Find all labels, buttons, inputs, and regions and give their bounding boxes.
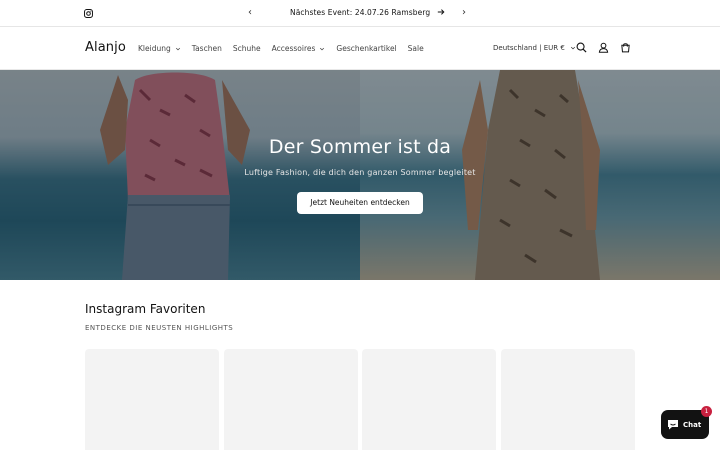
instagram-section-subtitle: ENTDECKE DIE NEUSTEN HIGHLIGHTS [85,324,234,332]
hero-subtitle: Luftige Fashion, die dich den ganzen Som… [244,168,476,177]
nav-item-label: Taschen [191,44,222,53]
nav-item-schuhe[interactable]: Schuhe [233,44,261,53]
instagram-tile[interactable] [85,349,219,450]
search-icon[interactable] [576,42,587,53]
announcement-prev-button[interactable]: ‹ [248,7,252,18]
account-icon[interactable] [598,42,609,53]
nav-item-label: Kleidung [138,44,171,53]
chat-label: Chat [683,420,702,429]
instagram-tile[interactable] [362,349,496,450]
country-selector[interactable]: Deutschland | EUR € [493,44,576,52]
cart-icon[interactable] [620,42,631,53]
nav-item-kleidung[interactable]: Kleidung [138,44,181,53]
main-nav: Kleidung Taschen Schuhe Accessoires Gesc… [138,44,435,53]
country-label: Deutschland | EUR € [493,44,565,52]
instagram-icon[interactable] [84,9,93,18]
hero-cta-button[interactable]: Jetzt Neuheiten entdecken [297,192,423,214]
logo[interactable]: Alanjo [85,40,126,55]
nav-item-accessoires[interactable]: Accessoires [272,44,326,53]
chevron-down-icon [320,47,325,50]
nav-item-taschen[interactable]: Taschen [192,44,222,53]
nav-item-label: Sale [407,44,424,53]
instagram-section-title: Instagram Favoriten [85,302,206,316]
site-header: Alanjo Kleidung Taschen Schuhe Accessoir… [0,27,720,70]
hero-banner: Der Sommer ist da Luftige Fashion, die d… [0,70,720,280]
hero-title: Der Sommer ist da [268,136,452,158]
announcement-message[interactable]: Nächstes Event: 24.07.26 Ramsberg [290,8,445,17]
chevron-down-icon [175,47,180,50]
nav-item-geschenkartikel[interactable]: Geschenkartikel [336,44,396,53]
instagram-tile[interactable] [501,349,635,450]
nav-item-label: Geschenkartikel [336,44,397,53]
arrow-right-icon [437,9,445,15]
instagram-tile[interactable] [224,349,358,450]
nav-item-sale[interactable]: Sale [408,44,424,53]
announcement-text: Nächstes Event: 24.07.26 Ramsberg [290,8,431,17]
announcement-next-button[interactable]: › [462,7,466,18]
nav-item-label: Schuhe [232,44,261,53]
chat-notification-badge: 1 [701,406,712,417]
chat-bubble-icon [668,420,678,430]
chevron-down-icon [570,46,575,50]
announcement-bar: ‹ Nächstes Event: 24.07.26 Ramsberg › [0,0,720,27]
nav-item-label: Accessoires [271,44,316,53]
